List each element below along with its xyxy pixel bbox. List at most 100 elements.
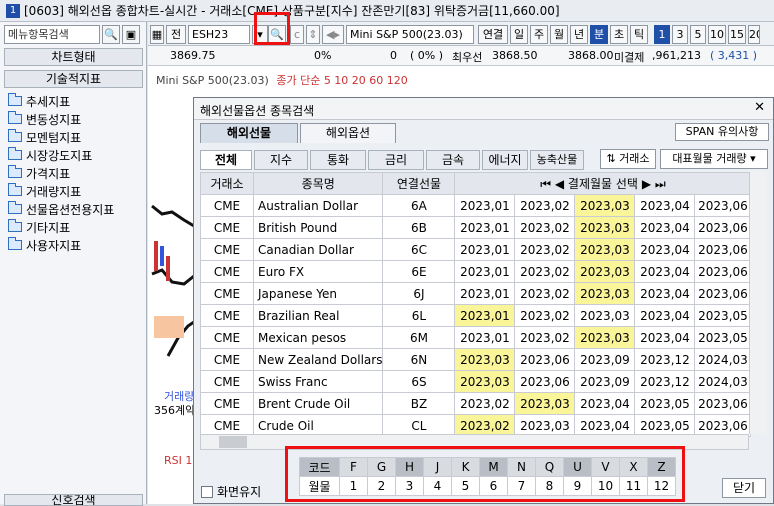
cell-month[interactable]: 2023,04 — [634, 216, 696, 239]
cell-name[interactable]: Canadian Dollar — [252, 238, 384, 261]
cell-name[interactable]: Japanese Yen — [252, 282, 384, 305]
tree-item[interactable]: 시장강도지표 — [8, 146, 114, 164]
cell-exchange[interactable]: CME — [200, 260, 254, 283]
cell-name[interactable]: Mexican pesos — [252, 326, 384, 349]
cell-month[interactable]: 2023,01 — [454, 282, 516, 305]
chart-type-header[interactable]: 차트형태 — [4, 48, 143, 66]
cell-month[interactable]: 2023,04 — [634, 194, 696, 217]
cell-month[interactable]: 2023,03 — [454, 370, 516, 393]
cell-exchange[interactable]: CME — [200, 238, 254, 261]
cell-code[interactable]: 6A — [382, 194, 456, 217]
keep-screen-checkbox[interactable]: 화면유지 — [201, 483, 261, 500]
tree-item[interactable]: 가격지표 — [8, 164, 114, 182]
interval-1[interactable]: 1 — [654, 25, 670, 44]
cell-exchange[interactable]: CME — [200, 194, 254, 217]
cell-month[interactable]: 2023,03 — [574, 326, 636, 349]
btn-minute[interactable]: 분 — [590, 25, 608, 44]
cell-month[interactable]: 2023,06 — [514, 370, 576, 393]
cell-month[interactable]: 2023,03 — [574, 304, 636, 327]
cell-month[interactable]: 2023,06 — [694, 216, 752, 239]
cell-name[interactable]: Brent Crude Oil — [252, 392, 384, 415]
interval-3[interactable]: 3 — [672, 25, 688, 44]
cell-exchange[interactable]: CME — [200, 282, 254, 305]
table-row[interactable]: CME Japanese Yen 6J 2023,01 2023,02 2023,03 20… — [200, 282, 752, 305]
table-row[interactable]: CME Brent Crude Oil BZ 2023,02 2023,03 2023,0… — [200, 392, 752, 415]
table-row[interactable]: CME Australian Dollar 6A 2023,01 2023,02 2023… — [200, 194, 752, 217]
cell-code[interactable]: 6L — [382, 304, 456, 327]
cell-exchange[interactable]: CME — [200, 304, 254, 327]
cell-month[interactable]: 2023,01 — [454, 260, 516, 283]
table-row[interactable]: CME Swiss Franc 6S 2023,03 2023,06 2023,09 202… — [200, 370, 752, 393]
cell-month[interactable]: 2023,02 — [514, 304, 576, 327]
cell-code[interactable]: 6C — [382, 238, 456, 261]
btn-year[interactable]: 년 — [570, 25, 588, 44]
btn-month[interactable]: 월 — [550, 25, 568, 44]
prev-page-icon[interactable]: ◀ — [555, 177, 568, 191]
symbol-input[interactable]: ESH23 — [188, 25, 250, 44]
cell-month[interactable]: 2023,01 — [454, 326, 516, 349]
cell-code[interactable]: BZ — [382, 392, 456, 415]
btn-day[interactable]: 일 — [510, 25, 528, 44]
cell-name[interactable]: New Zealand Dollars — [252, 348, 384, 371]
table-row[interactable]: CME British Pound 6B 2023,01 2023,02 2023,03 2… — [200, 216, 752, 239]
instrument-name-field[interactable]: Mini S&P 500(23.03) — [346, 25, 474, 44]
cell-code[interactable]: 6M — [382, 326, 456, 349]
interval-10[interactable]: 10 — [708, 25, 726, 44]
cell-month[interactable]: 2024,03 — [694, 370, 752, 393]
interval-15[interactable]: 15 — [728, 25, 746, 44]
cell-name[interactable]: Euro FX — [252, 260, 384, 283]
speaker-icon[interactable]: ◀▸ — [322, 25, 344, 44]
tree-item[interactable]: 사용자지표 — [8, 236, 114, 254]
interval-5[interactable]: 5 — [690, 25, 706, 44]
cell-month[interactable]: 2023,05 — [694, 304, 752, 327]
period-button[interactable]: 전 — [166, 25, 186, 44]
technical-indicator-header[interactable]: 기술적지표 — [4, 70, 143, 88]
cell-name[interactable]: Australian Dollar — [252, 194, 384, 217]
cell-exchange[interactable]: CME — [200, 370, 254, 393]
cell-month[interactable]: 2023,06 — [694, 392, 752, 415]
category-rates[interactable]: 금리 — [368, 150, 424, 170]
cell-name[interactable]: Brazilian Real — [252, 304, 384, 327]
cell-month[interactable]: 2023,02 — [514, 194, 576, 217]
btn-tick[interactable]: 틱 — [630, 25, 648, 44]
cell-month[interactable]: 2023,09 — [574, 348, 636, 371]
cell-month[interactable]: 2023,03 — [574, 260, 636, 283]
cell-name[interactable]: Swiss Franc — [252, 370, 384, 393]
cell-month[interactable]: 2023,06 — [514, 348, 576, 371]
span-notice-button[interactable]: SPAN 유의사항 — [675, 123, 769, 141]
first-page-icon[interactable]: ⏮ — [540, 177, 551, 191]
cell-month[interactable]: 2023,05 — [634, 392, 696, 415]
signal-search-header[interactable]: 신호검색 — [4, 494, 143, 506]
cell-month[interactable]: 2023,06 — [694, 260, 752, 283]
cell-month[interactable]: 2023,02 — [514, 238, 576, 261]
cell-month[interactable]: 2023,06 — [694, 282, 752, 305]
table-row[interactable]: CME Euro FX 6E 2023,01 2023,02 2023,03 2023,04… — [200, 260, 752, 283]
cell-month[interactable]: 2023,09 — [574, 370, 636, 393]
checkbox-icon[interactable] — [201, 485, 213, 498]
c-button-icon[interactable]: c — [290, 25, 304, 44]
menu-search-input[interactable]: 메뉴항목검색 — [4, 25, 100, 44]
scroll-thumb[interactable] — [219, 436, 247, 448]
cell-exchange[interactable]: CME — [200, 348, 254, 371]
tree-item[interactable]: 선물옵션전용지표 — [8, 200, 114, 218]
cell-month[interactable]: 2023,01 — [454, 238, 516, 261]
interval-20[interactable]: 20 — [748, 25, 760, 44]
cell-month[interactable]: 2023,03 — [574, 238, 636, 261]
category-index[interactable]: 지수 — [254, 150, 308, 170]
tree-item[interactable]: 거래량지표 — [8, 182, 114, 200]
cell-month[interactable]: 2023,12 — [634, 370, 696, 393]
cell-name[interactable]: British Pound — [252, 216, 384, 239]
tree-item[interactable]: 기타지표 — [8, 218, 114, 236]
tab-overseas-futures[interactable]: 해외선물 — [200, 123, 298, 143]
tab-overseas-options[interactable]: 해외옵션 — [300, 123, 396, 143]
cell-code[interactable]: 6J — [382, 282, 456, 305]
cell-month[interactable]: 2023,01 — [454, 304, 516, 327]
tree-toggle-icon[interactable]: ▣ — [122, 25, 140, 44]
category-all[interactable]: 전체 — [200, 150, 252, 170]
cell-month[interactable]: 2023,02 — [514, 326, 576, 349]
btn-second[interactable]: 초 — [610, 25, 628, 44]
cell-month[interactable]: 2023,02 — [514, 282, 576, 305]
cell-month[interactable]: 2023,02 — [514, 216, 576, 239]
vertical-scrollbar[interactable] — [749, 172, 766, 434]
updown-spinner-icon[interactable]: ⇕ — [306, 25, 320, 44]
